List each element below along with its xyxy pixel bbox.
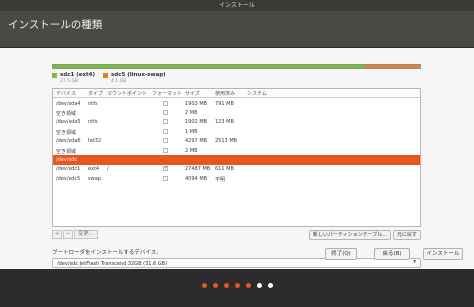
partition-table[interactable]: デバイス タイプ マウントポイント フォーマット サイズ 使用済み システム /… bbox=[52, 88, 421, 227]
format-checkbox[interactable] bbox=[163, 138, 168, 144]
add-partition-button[interactable]: + bbox=[52, 230, 62, 239]
format-checkbox[interactable] bbox=[163, 128, 168, 134]
cell-device: 空き領域 bbox=[56, 129, 77, 136]
legend-size: 4.1 GB bbox=[111, 79, 127, 84]
cell-size: 2 MB bbox=[185, 147, 198, 154]
column-header-used[interactable]: 使用済み bbox=[215, 90, 235, 97]
cell-used: 611 MB bbox=[215, 166, 234, 173]
table-row[interactable]: /dev/sda4 ntfs 1903 MB 791 MB bbox=[53, 99, 420, 108]
table-row[interactable]: 空き領域 2 MB bbox=[53, 108, 420, 117]
format-checkbox[interactable] bbox=[163, 119, 168, 125]
column-header-format[interactable]: フォーマット bbox=[152, 90, 182, 97]
format-checkbox[interactable] bbox=[163, 109, 168, 115]
install-button[interactable]: インストール bbox=[423, 248, 463, 260]
disk-usage-bar bbox=[52, 64, 421, 69]
table-row[interactable]: 空き領域 1 MB bbox=[53, 127, 420, 136]
main-content: sdc1 (ext4) 27.5 GB sdc5 (linux-swap) 4.… bbox=[0, 48, 474, 269]
cell-type: ntfs bbox=[88, 119, 98, 126]
cell-used: 123 MB bbox=[215, 119, 234, 126]
revert-button[interactable]: 元に戻す bbox=[393, 230, 421, 240]
cell-device: 空き領域 bbox=[56, 148, 77, 155]
cell-device: /dev/sdc bbox=[56, 156, 78, 163]
column-header-size[interactable]: サイズ bbox=[185, 90, 200, 97]
cell-size: 4094 MB bbox=[185, 175, 208, 182]
cell-device: /dev/sdc1 bbox=[56, 166, 81, 173]
format-checkbox[interactable] bbox=[163, 175, 168, 181]
navigation-buttons: 終了(Q) 戻る(B) インストール bbox=[0, 248, 474, 260]
cell-size: 2 MB bbox=[185, 109, 198, 116]
legend-name: sdc5 (linux-swap) bbox=[111, 72, 166, 78]
cell-used: 不明 bbox=[215, 176, 226, 183]
remove-partition-button[interactable]: − bbox=[63, 230, 73, 239]
cell-device: /dev/sda5 bbox=[56, 119, 81, 126]
progress-dot bbox=[212, 283, 218, 288]
bootloader-device-value: /dev/sdc JetFlash Transcend 32GB (31.6 G… bbox=[57, 260, 168, 267]
usage-segment-swap bbox=[364, 65, 420, 68]
cell-size: 1 MB bbox=[185, 128, 198, 135]
table-row[interactable]: 空き領域 2 MB bbox=[53, 146, 420, 155]
cell-device: /dev/sdc5 bbox=[56, 175, 81, 182]
cell-mount: / bbox=[107, 166, 109, 173]
partition-toolbar: + − 変更... 新しいパーティションテーブル... 元に戻す bbox=[52, 230, 421, 240]
table-row[interactable]: /dev/sdc5 swap 4094 MB 不明 bbox=[53, 174, 420, 183]
window-title: インストール bbox=[219, 2, 255, 9]
legend-size: 27.5 GB bbox=[60, 79, 79, 84]
back-button[interactable]: 戻る(B) bbox=[374, 248, 410, 260]
format-checkbox[interactable] bbox=[163, 100, 168, 106]
cell-size: 27487 MB bbox=[185, 166, 211, 173]
format-checkbox[interactable] bbox=[163, 165, 169, 172]
column-header-mount[interactable]: マウントポイント bbox=[107, 90, 147, 97]
cell-type: fat32 bbox=[88, 138, 102, 145]
table-row[interactable]: /dev/sda5 ntfs 1902 MB 123 MB bbox=[53, 118, 420, 127]
legend-item-sdc1: sdc1 (ext4) 27.5 GB bbox=[52, 72, 95, 84]
progress-dot bbox=[256, 283, 262, 288]
change-partition-button[interactable]: 変更... bbox=[74, 230, 98, 239]
progress-dot bbox=[245, 283, 251, 288]
legend-item-sdc5: sdc5 (linux-swap) 4.1 GB bbox=[103, 72, 166, 84]
quit-button[interactable]: 終了(Q) bbox=[325, 248, 357, 260]
cell-device: /dev/sda4 bbox=[56, 100, 81, 107]
column-header-device[interactable]: デバイス bbox=[56, 90, 76, 97]
usage-segment-ext4 bbox=[53, 65, 365, 68]
table-row[interactable]: /dev/sdc bbox=[53, 155, 420, 165]
cell-type: ntfs bbox=[88, 100, 98, 107]
legend-swatch-ext4 bbox=[52, 73, 57, 78]
page-title: インストールの種類 bbox=[8, 19, 103, 31]
cell-used: 2513 MB bbox=[215, 138, 238, 145]
progress-dots bbox=[0, 283, 474, 289]
table-row[interactable]: /dev/sdc1 ext4 / 27487 MB 611 MB bbox=[53, 165, 420, 174]
progress-dot bbox=[201, 283, 207, 288]
table-header: デバイス タイプ マウントポイント フォーマット サイズ 使用済み システム bbox=[53, 89, 420, 98]
cell-type: swap bbox=[88, 175, 101, 182]
cell-size: 1903 MB bbox=[185, 100, 208, 107]
cell-device: 空き領域 bbox=[56, 110, 77, 117]
cell-type: ext4 bbox=[88, 166, 100, 173]
column-header-type[interactable]: タイプ bbox=[88, 90, 103, 97]
cell-used: 791 MB bbox=[215, 100, 234, 107]
legend-name: sdc1 (ext4) bbox=[60, 72, 95, 78]
progress-dot bbox=[267, 283, 273, 288]
cell-size: 4297 MB bbox=[185, 138, 208, 145]
table-row[interactable]: /dev/sda6 fat32 4297 MB 2513 MB bbox=[53, 137, 420, 146]
progress-dot bbox=[223, 283, 229, 288]
progress-dot bbox=[234, 283, 240, 288]
column-header-system[interactable]: システム bbox=[247, 90, 267, 97]
new-partition-table-button[interactable]: 新しいパーティションテーブル... bbox=[309, 230, 391, 240]
cell-size: 1902 MB bbox=[185, 119, 208, 126]
legend-swatch-swap bbox=[103, 73, 108, 78]
window-titlebar: インストール bbox=[0, 0, 474, 11]
cell-device: /dev/sda6 bbox=[56, 138, 81, 145]
page-header: インストールの種類 bbox=[0, 11, 474, 48]
format-checkbox[interactable] bbox=[163, 147, 168, 153]
